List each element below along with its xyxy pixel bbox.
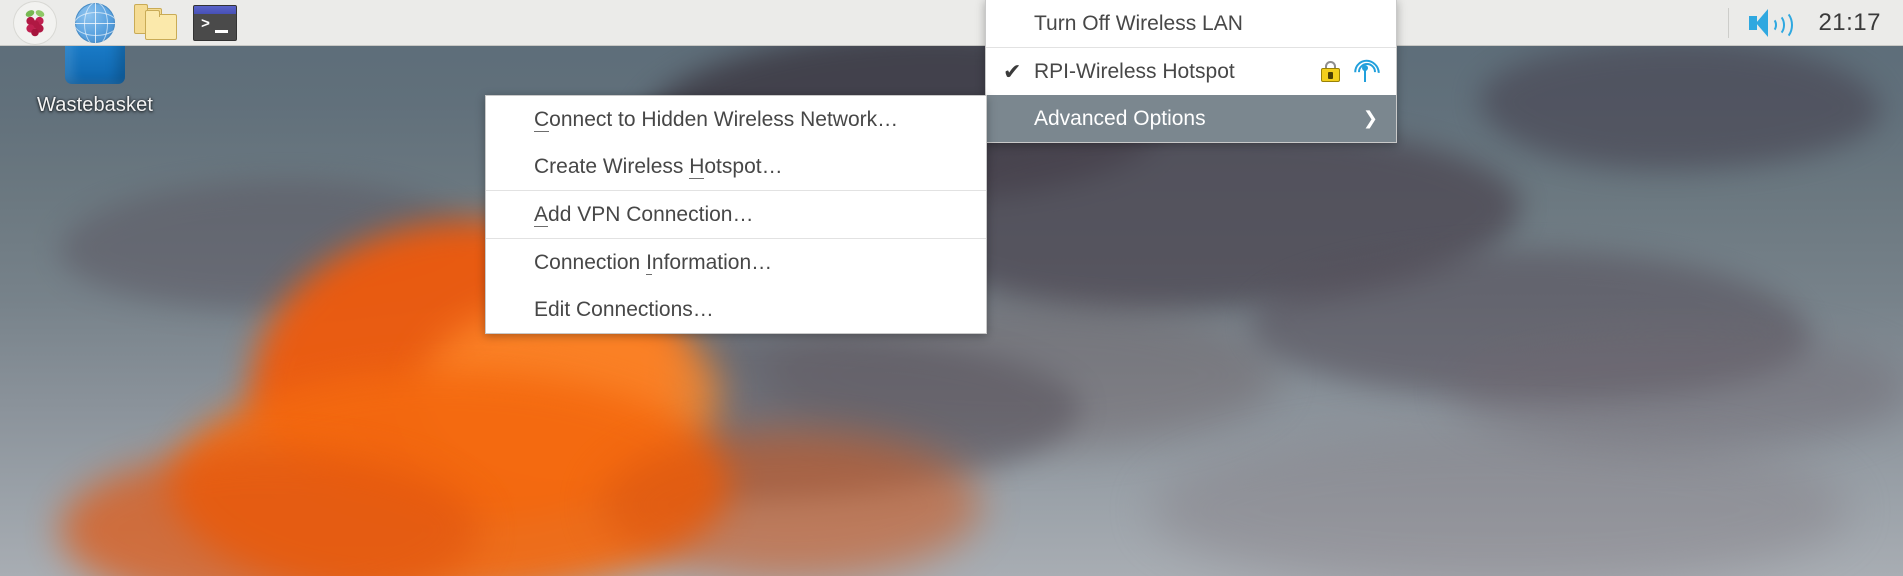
raspberry-glyph bbox=[25, 9, 45, 36]
menu-item-rest: onnect to Hidden Wireless Network… bbox=[549, 107, 899, 131]
menu-item-prefix: Connection bbox=[534, 250, 647, 274]
advanced-options-submenu[interactable]: Connect to Hidden Wireless Network… Crea… bbox=[485, 95, 987, 334]
menu-item-add-vpn-connection[interactable]: Add VPN Connection… bbox=[486, 191, 986, 238]
menu-item-prefix: Edit Conn bbox=[534, 297, 627, 321]
wireless-network-menu[interactable]: Turn Off Wireless LAN ✔ RPI-Wireless Hot… bbox=[985, 0, 1397, 143]
terminal-icon[interactable]: > bbox=[192, 2, 238, 44]
menu-item-label: Turn Off Wireless LAN bbox=[1034, 11, 1243, 35]
cloud-shape bbox=[1480, 40, 1880, 170]
tray-divider bbox=[1728, 7, 1729, 38]
menu-item-rest: dd VPN Connection… bbox=[548, 202, 754, 226]
taskbar-launchers: > bbox=[0, 0, 238, 45]
menu-item-connection-information[interactable]: Connection Information… bbox=[486, 239, 986, 286]
menu-item-create-wireless-hotspot[interactable]: Create Wireless Hotspot… bbox=[486, 143, 986, 190]
menu-item-label: Create Wireless Hotspot… bbox=[534, 154, 968, 179]
menu-item-rest: ctions… bbox=[637, 297, 714, 321]
terminal-prompt-glyph: > bbox=[201, 15, 211, 33]
menu-item-mnemonic: e bbox=[626, 297, 638, 321]
system-tray: 21:17 bbox=[1728, 7, 1903, 40]
menu-item-label: Connect to Hidden Wireless Network… bbox=[534, 107, 968, 132]
wifi-signal-icon bbox=[1348, 53, 1386, 91]
menu-item-advanced-options[interactable]: Advanced Options ❯ bbox=[986, 95, 1396, 142]
lock-icon bbox=[1321, 61, 1340, 82]
menu-item-mnemonic: H bbox=[689, 154, 705, 179]
menu-item-status-icons bbox=[1321, 53, 1386, 91]
menu-item-label: Advanced Options bbox=[1034, 106, 1206, 130]
check-icon: ✔ bbox=[1003, 58, 1022, 84]
cloud-shape bbox=[1150, 430, 1850, 576]
menu-item-rest: otspot… bbox=[704, 154, 783, 178]
cloud-shape bbox=[600, 430, 980, 576]
menu-item-mnemonic: A bbox=[534, 202, 549, 227]
menu-item-edit-connections[interactable]: Edit Connections… bbox=[486, 286, 986, 333]
clock[interactable]: 21:17 bbox=[1803, 9, 1881, 37]
chevron-right-icon: ❯ bbox=[1362, 108, 1378, 128]
menu-item-rpi-wireless-hotspot[interactable]: ✔ RPI-Wireless Hotspot bbox=[986, 48, 1396, 95]
menu-item-turn-off-wireless-lan[interactable]: Turn Off Wireless LAN bbox=[986, 0, 1396, 47]
menu-item-rest: nformation… bbox=[651, 250, 773, 274]
menu-item-label: Edit Connections… bbox=[534, 298, 968, 322]
menu-item-mnemonic: C bbox=[534, 107, 550, 132]
desktop-icon-label: Wastebasket bbox=[37, 94, 153, 116]
menu-item-prefix: Create Wireless bbox=[534, 154, 690, 178]
menu-item-label: Connection Information… bbox=[534, 250, 968, 275]
file-manager-icon[interactable] bbox=[132, 2, 178, 44]
speaker-icon[interactable] bbox=[1747, 7, 1793, 40]
wastebasket-icon[interactable] bbox=[0, 15, 190, 92]
taskbar[interactable]: > 21:17 bbox=[0, 0, 1903, 46]
desktop-icon-wastebasket[interactable]: Wastebasket bbox=[0, 15, 190, 117]
taskbar-window-list[interactable] bbox=[238, 0, 1728, 46]
menu-item-label: RPI-Wireless Hotspot bbox=[1034, 59, 1235, 83]
raspberry-pi-menu-icon[interactable] bbox=[12, 0, 58, 45]
menu-item-label: Add VPN Connection… bbox=[534, 202, 968, 227]
menu-item-connect-hidden-wireless-network[interactable]: Connect to Hidden Wireless Network… bbox=[486, 96, 986, 143]
web-browser-icon[interactable] bbox=[72, 2, 118, 44]
